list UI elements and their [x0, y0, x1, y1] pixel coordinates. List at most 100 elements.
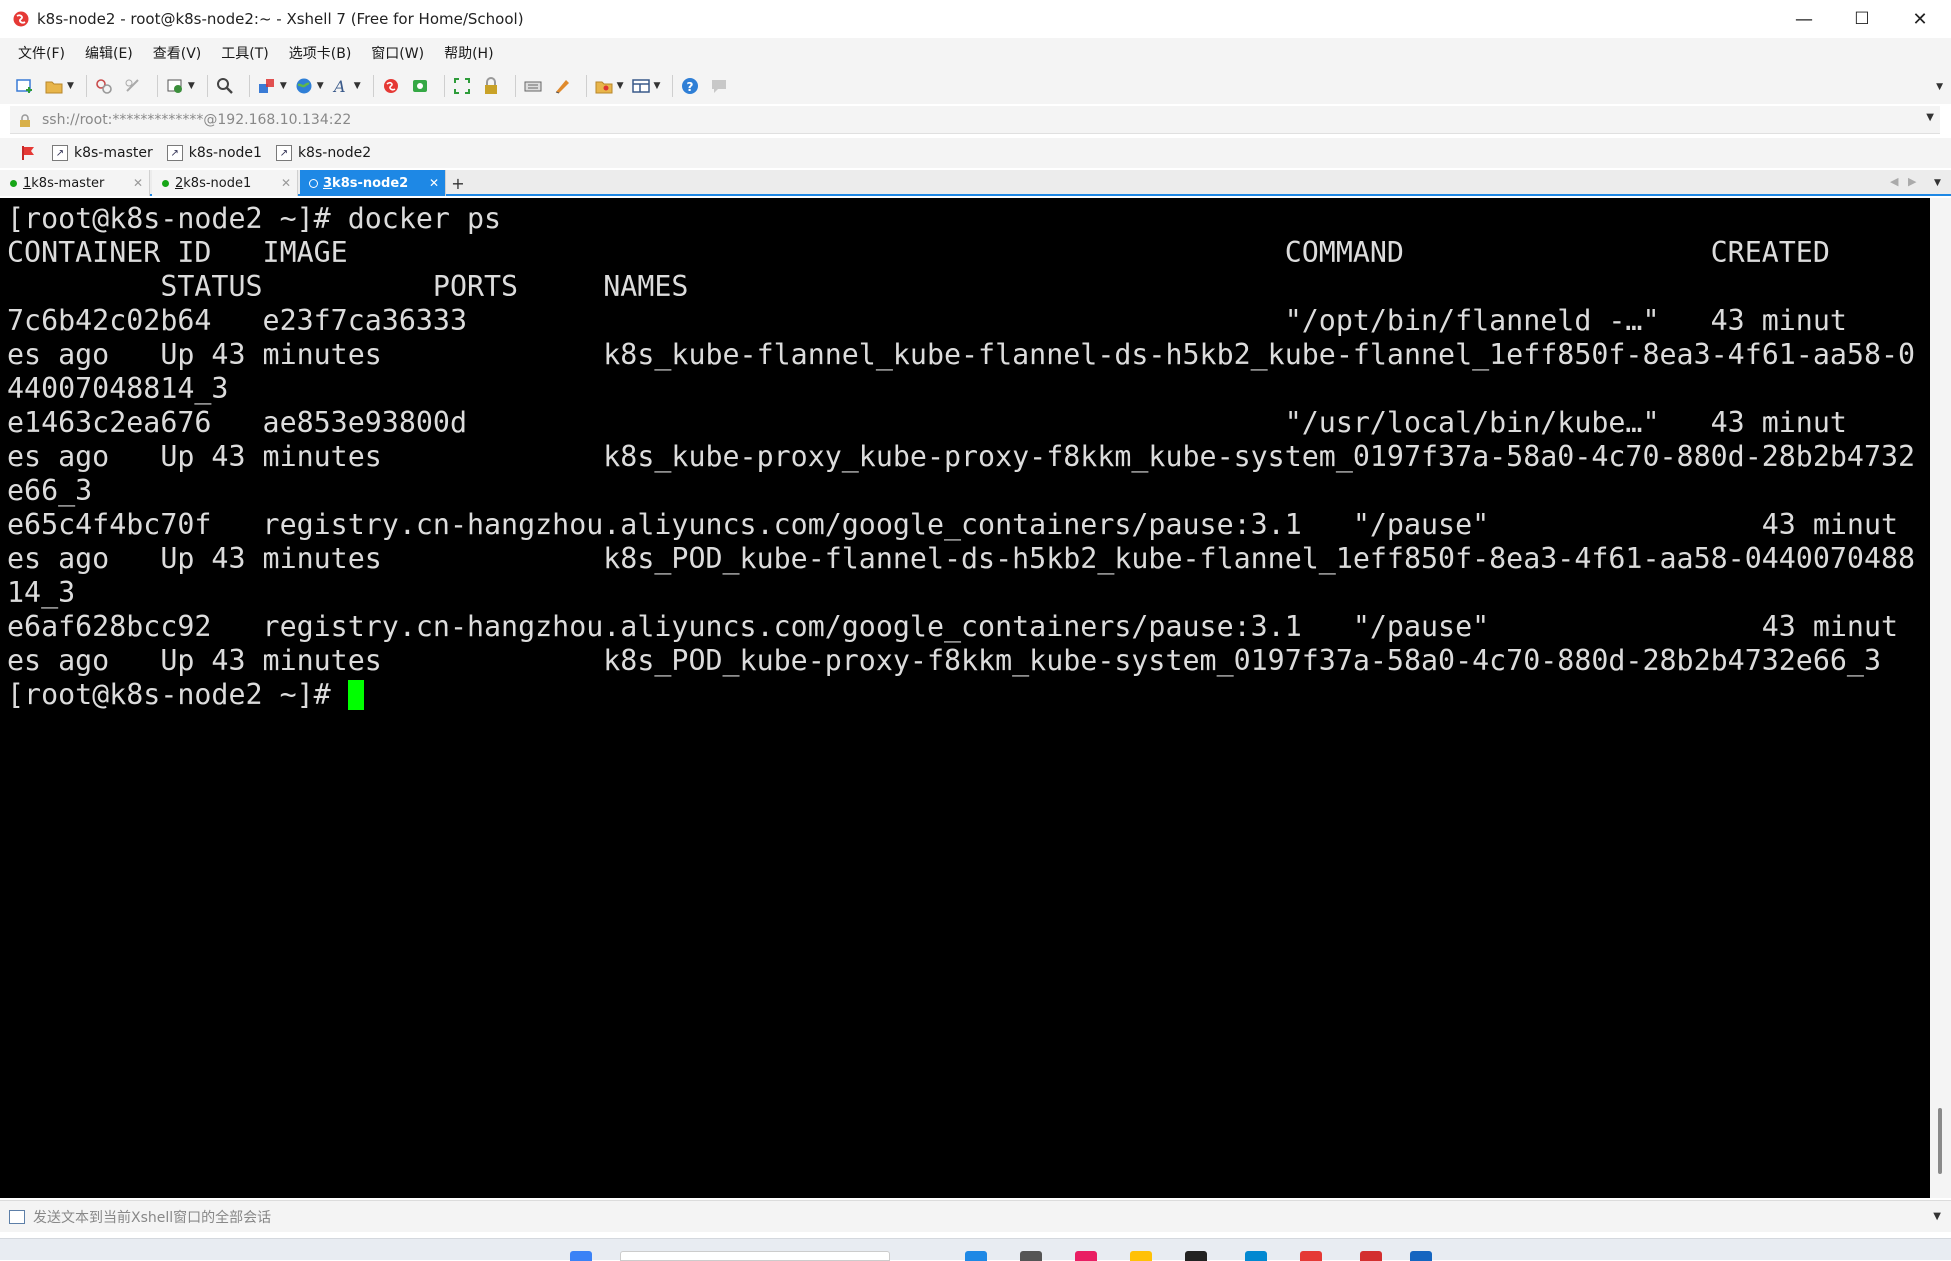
maximize-button[interactable]: ☐ — [1833, 0, 1891, 38]
toolbar-divider — [443, 75, 445, 97]
new-tab-button[interactable]: + — [448, 172, 468, 194]
disconnect-icon[interactable] — [122, 75, 144, 97]
menu-help[interactable]: 帮助(H) — [442, 41, 495, 65]
terminal-line: es ago Up 43 minutes k8s_POD_kube-flanne… — [7, 542, 1916, 575]
tab-list-dropdown-icon[interactable]: ▼ — [1934, 178, 1941, 188]
compose-dropdown-icon[interactable]: ▼ — [1933, 1211, 1941, 1222]
tab-close-icon[interactable]: ✕ — [133, 176, 143, 190]
address-bar[interactable]: ssh://root:*************@192.168.10.134:… — [10, 106, 1940, 134]
terminal-cursor — [347, 680, 364, 710]
compose-icon[interactable] — [551, 75, 573, 97]
keyboard-icon[interactable] — [522, 75, 544, 97]
shortcut-icon: ↗ — [52, 145, 68, 161]
terminal-text: [root@k8s-node2 ~]# docker ps CONTAINER … — [0, 198, 1930, 712]
window-title: k8s-node2 - root@k8s-node2:~ - Xshell 7 … — [37, 10, 524, 28]
menu-tools[interactable]: 工具(T) — [219, 41, 270, 65]
transfer-icon[interactable] — [256, 75, 278, 97]
globe-dropdown-icon[interactable]: ▼ — [317, 81, 324, 91]
toolbar-divider — [248, 75, 250, 97]
xshell-window: k8s-node2 - root@k8s-node2:~ - Xshell 7 … — [0, 0, 1951, 1261]
tab-label: k8s-master — [31, 175, 105, 191]
shortcut-icon: ↗ — [275, 145, 292, 161]
send-bar-icon — [9, 1209, 25, 1224]
terminal-line: e65c4f4bc70f registry.cn-hangzhou.aliyun… — [7, 508, 1899, 541]
bookmark-flag-icon[interactable] — [20, 144, 38, 162]
tab-close-icon[interactable]: ✕ — [429, 176, 439, 190]
menu-edit[interactable]: 编辑(E) — [83, 41, 135, 65]
minimize-button[interactable]: — — [1775, 0, 1833, 38]
toolbar-divider — [156, 75, 158, 97]
terminal-line: e66_3 — [7, 474, 93, 507]
scrollbar-thumb[interactable] — [1938, 1108, 1942, 1174]
bookmark-label: k8s-node1 — [188, 145, 262, 161]
menu-tab[interactable]: 选项卡(B) — [287, 41, 354, 65]
bookmark-k8s-node1[interactable]: ↗ k8s-node1 — [166, 145, 262, 161]
tab-label: k8s-node2 — [332, 175, 409, 191]
terminal-line: CONTAINER ID IMAGE COMMAND CREATED — [7, 236, 1830, 269]
terminal-line: 44007048814_3 — [7, 372, 229, 405]
terminal-line: es ago Up 43 minutes k8s_POD_kube-proxy-… — [7, 644, 1881, 677]
toolbar-overflow-icon[interactable]: ▼ — [1936, 82, 1943, 92]
tab-number: 3 — [323, 175, 333, 191]
terminal-scrollbar[interactable] — [1930, 198, 1951, 1198]
terminal-line: e1463c2ea676 ae853e93800d "/usr/local/bi… — [7, 406, 1847, 439]
tab-k8s-node2[interactable]: 3 k8s-node2 ✕ — [300, 170, 446, 196]
tab-number: 2 — [175, 175, 184, 191]
lock-icon[interactable] — [480, 75, 502, 97]
toolbar-divider — [85, 75, 87, 97]
terminal-line: es ago Up 43 minutes k8s_kube-proxy_kube… — [7, 440, 1916, 473]
font-dropdown-icon[interactable]: ▼ — [354, 81, 361, 91]
fullscreen-icon[interactable] — [451, 75, 473, 97]
menu-file[interactable]: 文件(F) — [16, 41, 67, 65]
toolbar-divider — [206, 75, 208, 97]
svg-text:A: A — [332, 77, 346, 96]
address-input[interactable]: ssh://root:*************@192.168.10.134:… — [42, 112, 351, 128]
tab-label: k8s-node1 — [183, 175, 252, 191]
chat-icon[interactable] — [708, 75, 730, 97]
terminal-line: e6af628bcc92 registry.cn-hangzhou.aliyun… — [7, 610, 1899, 643]
menu-window[interactable]: 窗口(W) — [369, 41, 426, 65]
layout-icon[interactable] — [630, 75, 652, 97]
session-status-dot — [162, 179, 169, 187]
tab-scroll-right-icon[interactable]: ▶ — [1908, 175, 1916, 188]
compose-bar[interactable]: 发送文本到当前Xshell窗口的全部会话 ▼ — [0, 1200, 1951, 1232]
open-folder-icon[interactable] — [43, 75, 65, 97]
title-bar: k8s-node2 - root@k8s-node2:~ - Xshell 7 … — [0, 0, 1951, 38]
address-dropdown-icon[interactable]: ▼ — [1926, 112, 1934, 123]
bookmark-k8s-master[interactable]: ↗ k8s-master — [52, 145, 153, 161]
script-dropdown-icon[interactable]: ▼ — [617, 81, 624, 91]
xshell-icon[interactable] — [380, 75, 402, 97]
address-lock-icon — [18, 113, 32, 127]
properties-dropdown-icon[interactable]: ▼ — [188, 81, 195, 91]
xftp-icon[interactable] — [409, 75, 431, 97]
layout-dropdown-icon[interactable]: ▼ — [654, 81, 661, 91]
session-status-dot — [10, 179, 17, 187]
help-icon[interactable]: ? — [679, 75, 701, 97]
connect-icon[interactable] — [93, 75, 115, 97]
toolbar-divider — [585, 75, 587, 97]
script-icon[interactable] — [593, 75, 615, 97]
tab-k8s-node1[interactable]: 2 k8s-node1 ✕ — [152, 170, 298, 196]
menu-view[interactable]: 查看(V) — [151, 41, 204, 65]
open-dropdown-icon[interactable]: ▼ — [67, 81, 74, 91]
compose-input[interactable]: 发送文本到当前Xshell窗口的全部会话 — [33, 1207, 271, 1227]
transfer-dropdown-icon[interactable]: ▼ — [280, 81, 287, 91]
find-icon[interactable] — [214, 75, 236, 97]
terminal-line: STATUS PORTS NAMES — [7, 270, 689, 303]
globe-icon[interactable] — [293, 75, 315, 97]
toolbar-divider — [372, 75, 374, 97]
tab-close-icon[interactable]: ✕ — [281, 176, 291, 190]
xshell-logo-icon — [11, 9, 31, 29]
font-icon[interactable]: A — [330, 75, 352, 97]
close-button[interactable]: ✕ — [1891, 0, 1949, 38]
terminal-line: 7c6b42c02b64 e23f7ca36333 "/opt/bin/flan… — [7, 304, 1847, 337]
tab-scroll-left-icon[interactable]: ◀ — [1890, 175, 1898, 188]
terminal-prompt: [root@k8s-node2 ~]# — [7, 678, 348, 711]
terminal-output[interactable]: [root@k8s-node2 ~]# docker ps CONTAINER … — [0, 198, 1930, 1198]
tab-number: 1 — [23, 175, 32, 191]
bookmark-k8s-node2[interactable]: ↗ k8s-node2 — [275, 145, 371, 161]
session-bar: ↗ k8s-master ↗ k8s-node1 ↗ k8s-node2 — [0, 138, 1951, 168]
tab-k8s-master[interactable]: 1 k8s-master ✕ — [0, 170, 150, 196]
properties-icon[interactable] — [164, 75, 186, 97]
new-session-icon[interactable] — [14, 75, 36, 97]
